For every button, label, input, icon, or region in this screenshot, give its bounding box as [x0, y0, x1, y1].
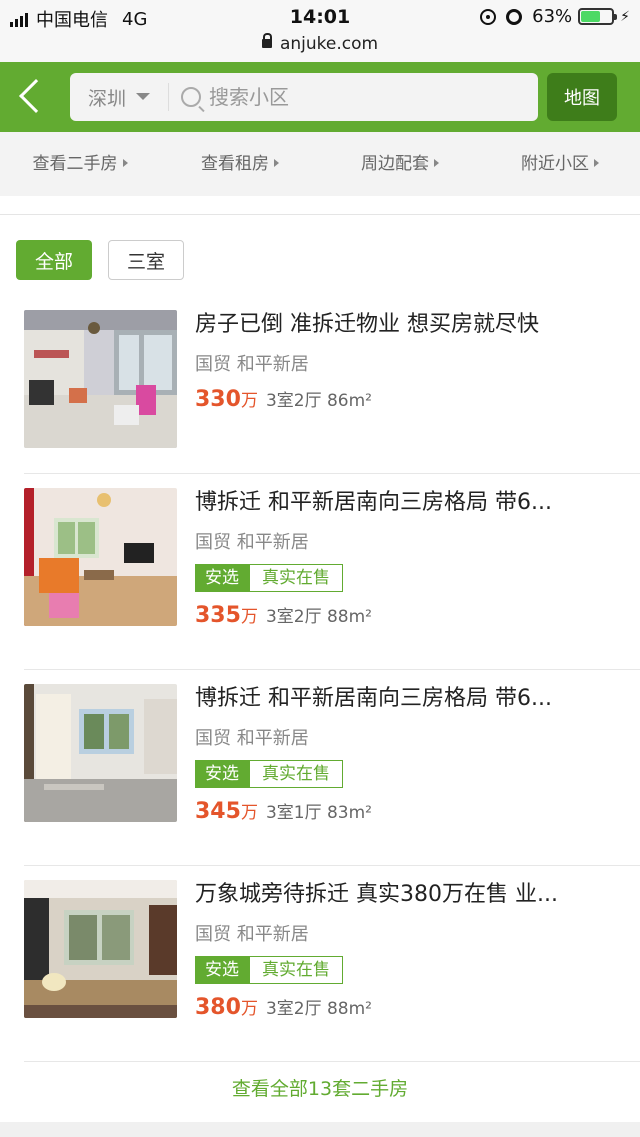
listing-price: 345 — [195, 799, 241, 824]
app-header: 深圳 地图 — [0, 62, 640, 132]
subnav-item-second-hand[interactable]: 查看二手房 — [0, 132, 160, 196]
price-unit: 万 — [240, 391, 258, 411]
listing-specs: 3室1厅 83m² — [265, 803, 372, 823]
page-bottom — [0, 1122, 640, 1137]
listing-location: 国贸 和平新居 — [195, 728, 309, 749]
url-bar[interactable]: anjuke.com — [0, 33, 640, 62]
map-button[interactable]: 地图 — [547, 73, 617, 121]
lock-icon — [261, 33, 272, 48]
listing-price: 335 — [195, 603, 241, 628]
price-unit: 万 — [240, 803, 258, 823]
charging-icon: ⚡ — [620, 8, 630, 25]
filter-tab-all[interactable]: 全部 — [16, 240, 92, 280]
listing-title: 房子已倒 准拆迁物业 想买房就尽快 — [195, 312, 539, 337]
listing-location: 国贸 和平新居 — [195, 532, 309, 553]
back-icon[interactable] — [19, 79, 53, 113]
filter-tabs: 全部 三室 — [16, 240, 200, 280]
tag-anxuan: 安选 — [195, 760, 249, 788]
price-unit: 万 — [240, 607, 258, 627]
listing-photo — [24, 880, 177, 1018]
url-text: anjuke.com — [279, 34, 379, 54]
tag-real-sale: 真实在售 — [249, 956, 343, 984]
search-input[interactable] — [209, 85, 509, 109]
listing-location: 国贸 和平新居 — [195, 354, 309, 375]
filter-tab-three-room[interactable]: 三室 — [108, 240, 184, 280]
search-icon — [181, 87, 201, 107]
city-selector[interactable]: 深圳 — [70, 84, 168, 111]
city-label: 深圳 — [88, 87, 127, 110]
divider — [168, 83, 169, 111]
subnav-item-nearby[interactable]: 附近小区 — [480, 132, 640, 196]
subnav-item-rent[interactable]: 查看租房 — [160, 132, 320, 196]
tag-anxuan: 安选 — [195, 956, 249, 984]
search-box: 深圳 — [70, 73, 538, 121]
tag-real-sale: 真实在售 — [249, 760, 343, 788]
listing-item[interactable]: 博拆迁 和平新居南向三房格局 带6... 国贸 和平新居 安选 真实在售 335… — [24, 474, 640, 670]
chevron-right-icon — [122, 159, 128, 167]
tag-anxuan: 安选 — [195, 564, 249, 592]
tag-real-sale: 真实在售 — [249, 564, 343, 592]
listing-photo — [24, 488, 177, 626]
listing-specs: 3室2厅 86m² — [265, 391, 372, 411]
chevron-down-icon — [136, 92, 150, 100]
listing-location: 国贸 和平新居 — [195, 924, 309, 945]
alarm-icon — [506, 8, 523, 25]
divider — [0, 214, 640, 215]
view-all-link[interactable]: 查看全部13套二手房 — [0, 1074, 640, 1101]
orientation-lock-icon — [480, 8, 497, 25]
listing-specs: 3室2厅 88m² — [265, 999, 372, 1019]
status-bar: 中国电信 4G 14:01 63% ⚡ — [0, 0, 640, 34]
listing-item[interactable]: 博拆迁 和平新居南向三房格局 带6... 国贸 和平新居 安选 真实在售 345… — [24, 670, 640, 866]
listing-title: 博拆迁 和平新居南向三房格局 带6... — [195, 686, 552, 711]
subnav: 查看二手房 查看租房 周边配套 附近小区 — [0, 132, 640, 196]
chevron-right-icon — [274, 159, 279, 167]
listing-list: 房子已倒 准拆迁物业 想买房就尽快 国贸 和平新居 330 万 3室2厅 86m… — [0, 296, 640, 1062]
battery-percent: 63% — [532, 6, 573, 27]
price-unit: 万 — [240, 999, 258, 1019]
subnav-item-facilities[interactable]: 周边配套 — [320, 132, 480, 196]
listing-photo — [24, 684, 177, 822]
listing-item[interactable]: 万象城旁待拆迁 真实380万在售 业... 国贸 和平新居 安选 真实在售 38… — [24, 866, 640, 1062]
listing-specs: 3室2厅 88m² — [265, 607, 372, 627]
listing-item[interactable]: 房子已倒 准拆迁物业 想买房就尽快 国贸 和平新居 330 万 3室2厅 86m… — [24, 296, 640, 474]
listing-price: 380 — [195, 995, 241, 1020]
listing-title: 万象城旁待拆迁 真实380万在售 业... — [195, 882, 558, 907]
chevron-right-icon — [434, 159, 439, 167]
listing-price: 330 — [195, 387, 241, 412]
listing-title: 博拆迁 和平新居南向三房格局 带6... — [195, 490, 552, 515]
battery-icon — [578, 8, 618, 25]
chevron-right-icon — [594, 159, 599, 167]
listing-photo — [24, 310, 177, 448]
